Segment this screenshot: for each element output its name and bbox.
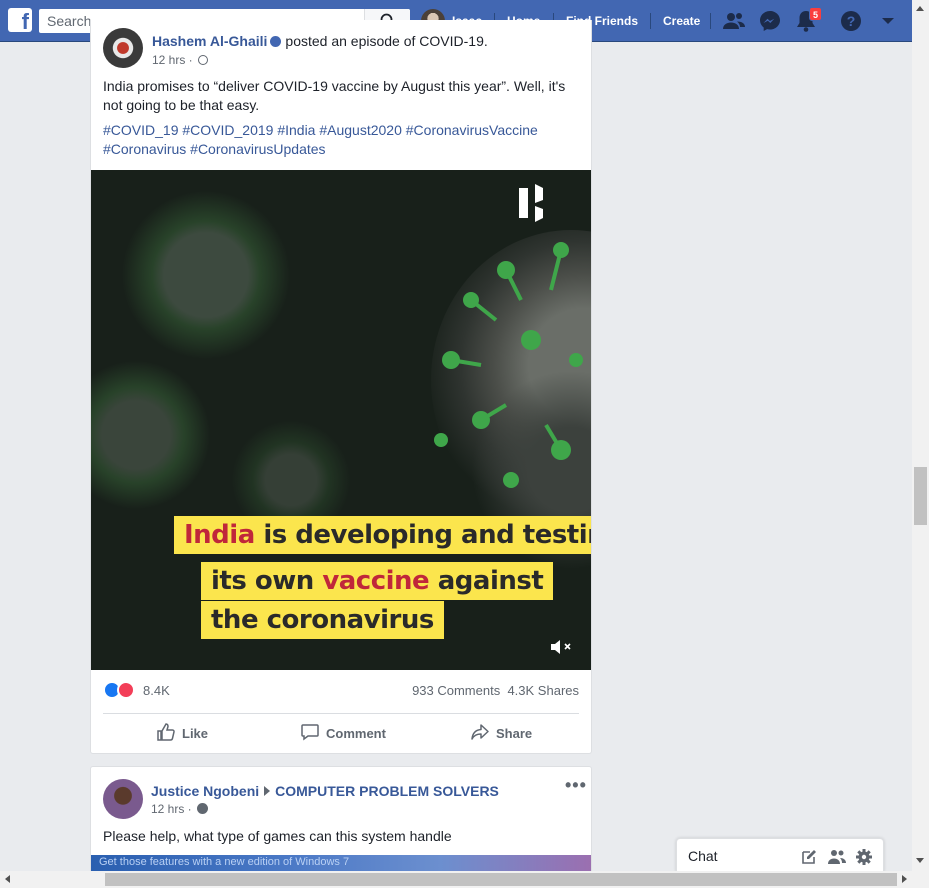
post-image-text: Get those features with a new edition of… (99, 856, 350, 868)
horizontal-scrollbar[interactable] (0, 871, 929, 888)
post-hashtags[interactable]: #COVID_19 #COVID_2019 #India #August2020… (103, 121, 581, 159)
video-caption-line-1: India is developing and testing (174, 516, 591, 554)
like-button[interactable]: Like (156, 720, 208, 748)
feed-post: Justice Ngobeni COMPUTER PROBLEM SOLVERS … (90, 766, 592, 876)
chat-bar[interactable]: Chat (676, 838, 884, 872)
caption-text: is developing and testing (254, 520, 591, 550)
post-text: India promises to “deliver COVID-19 vacc… (103, 78, 566, 113)
friend-requests-icon[interactable] (722, 9, 746, 33)
post-options-button[interactable]: ••• (565, 775, 587, 796)
new-message-icon[interactable] (800, 848, 818, 866)
new-group-icon[interactable] (827, 848, 847, 866)
post-group-name[interactable]: COMPUTER PROBLEM SOLVERS (275, 783, 499, 799)
vertical-scrollbar-thumb[interactable] (914, 467, 927, 525)
virus-illustration (121, 190, 291, 360)
comment-count[interactable]: 933 Comments (412, 683, 500, 698)
share-button[interactable]: Share (470, 720, 532, 748)
scroll-down-arrow-icon[interactable] (916, 858, 924, 863)
comment-icon (301, 724, 319, 741)
comment-button-label: Comment (326, 726, 386, 741)
verified-badge-icon (270, 36, 282, 47)
post-timestamp[interactable]: 12 hrs · (151, 802, 192, 816)
post-author-avatar[interactable] (103, 28, 143, 68)
love-reaction-icon (117, 681, 135, 699)
video-channel-logo-icon (519, 184, 543, 222)
divider (103, 713, 579, 714)
virus-spikes-illustration (434, 242, 583, 488)
caption-accent-word: India (184, 520, 255, 550)
help-icon[interactable]: ? (839, 9, 863, 33)
vertical-scrollbar[interactable] (912, 0, 929, 871)
caption-text: its own (211, 566, 323, 596)
post-author-name[interactable]: Justice Ngobeni (151, 783, 259, 799)
video-caption-line-3: the coronavirus (201, 601, 444, 639)
post-timestamp[interactable]: 12 hrs · (152, 53, 193, 67)
scroll-up-arrow-icon[interactable] (916, 6, 924, 11)
like-button-label: Like (182, 726, 209, 741)
chat-label[interactable]: Chat (688, 848, 718, 864)
mute-icon[interactable] (550, 638, 574, 656)
create-link[interactable]: Create (663, 0, 700, 42)
scroll-left-arrow-icon[interactable] (5, 875, 10, 883)
post-header-suffix: posted an episode of COVID-19. (285, 33, 488, 49)
scroll-right-arrow-icon[interactable] (902, 875, 907, 883)
feed-post: Hashem Al-Ghaili posted an episode of COV… (90, 20, 592, 754)
globe-icon (198, 55, 209, 65)
post-author-name[interactable]: Hashem Al-Ghaili (152, 33, 267, 49)
nav-divider (710, 13, 711, 29)
settings-gear-icon[interactable] (855, 848, 873, 866)
thumbs-up-icon (157, 723, 175, 741)
horizontal-scrollbar-thumb[interactable] (105, 873, 897, 886)
post-text: Please help, what type of games can this… (103, 828, 452, 844)
post-stats: 933 Comments 4.3K Shares (412, 683, 579, 698)
reaction-count[interactable]: 8.4K (143, 683, 170, 698)
nav-divider (650, 13, 651, 29)
notification-count-badge: 5 (809, 7, 822, 21)
post-meta: 12 hrs · (152, 53, 209, 67)
share-button-label: Share (496, 726, 533, 741)
comment-button[interactable]: Comment (300, 720, 386, 748)
group-audience-icon (197, 803, 209, 814)
virus-illustration (91, 360, 211, 510)
share-count[interactable]: 4.3K Shares (507, 683, 579, 698)
post-header: Hashem Al-Ghaili posted an episode of COV… (152, 33, 488, 49)
post-meta: 12 hrs · (151, 802, 209, 816)
caption-text: against (429, 566, 544, 596)
share-icon (471, 724, 489, 740)
arrow-right-icon (264, 786, 271, 796)
post-author-avatar[interactable] (103, 779, 143, 819)
video-caption-line-2: its own vaccine against (201, 562, 554, 600)
account-menu-icon[interactable] (876, 9, 900, 33)
svg-text:?: ? (847, 13, 856, 29)
video-player[interactable]: India is developing and testing its own … (91, 170, 591, 670)
messenger-icon[interactable] (758, 9, 782, 33)
facebook-logo-icon[interactable]: f (8, 8, 32, 32)
post-header: Justice Ngobeni COMPUTER PROBLEM SOLVERS (151, 783, 499, 799)
caption-accent-word: vaccine (322, 566, 430, 596)
